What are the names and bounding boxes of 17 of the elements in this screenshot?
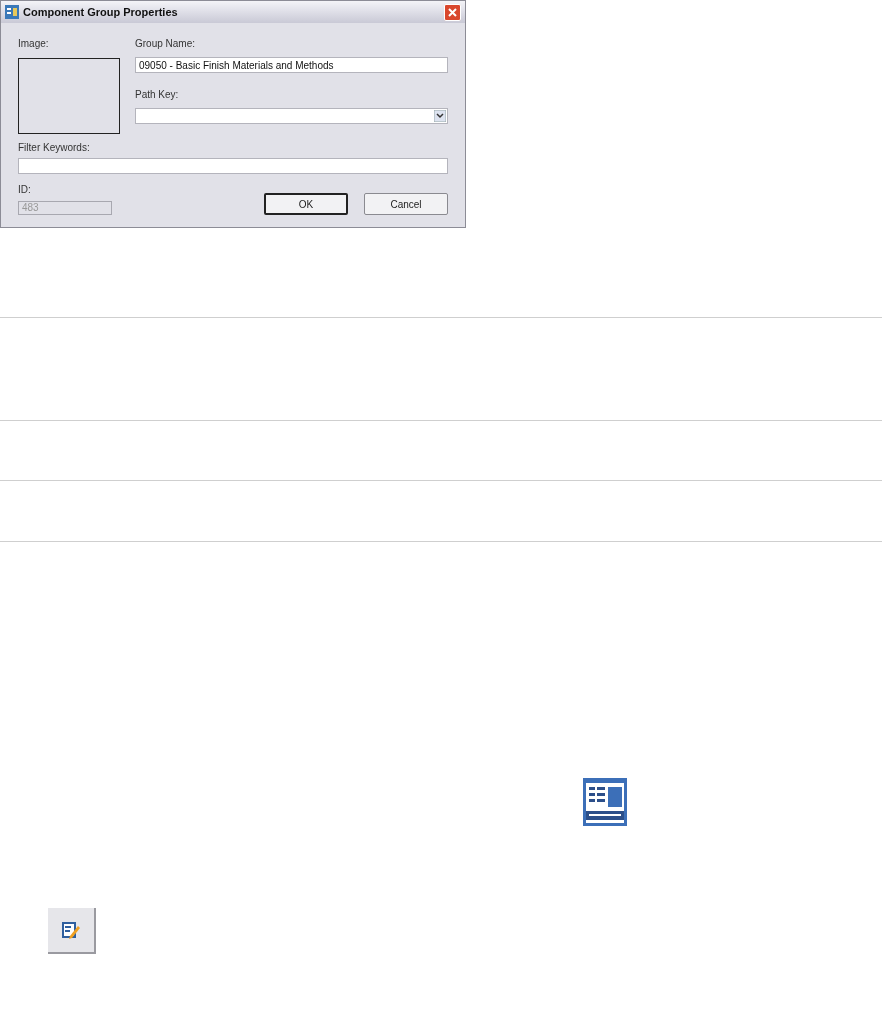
group-name-label: Group Name: (135, 39, 197, 49)
dialog-button[interactable]: Cancel (364, 193, 448, 215)
filter-keywords-label: Filter Keywords: (18, 143, 91, 153)
edit-properties-icon (61, 920, 81, 940)
image-label: Image: (18, 39, 50, 49)
filter-keywords-field[interactable] (18, 158, 448, 174)
close-icon (448, 7, 457, 17)
dropdown-caret-icon (434, 110, 446, 122)
app-icon (5, 5, 19, 19)
dialog-button[interactable]: OK (264, 193, 348, 215)
group-name-field[interactable]: 09050 - Basic Finish Materials and Methods (135, 57, 448, 73)
window-title: Component Group Properties (23, 4, 179, 20)
edit-button[interactable] (48, 908, 96, 954)
id-label: ID: (18, 185, 32, 195)
close-button[interactable] (444, 3, 461, 21)
path-key-label: Path Key: (135, 90, 180, 100)
layout-icon (583, 778, 627, 826)
